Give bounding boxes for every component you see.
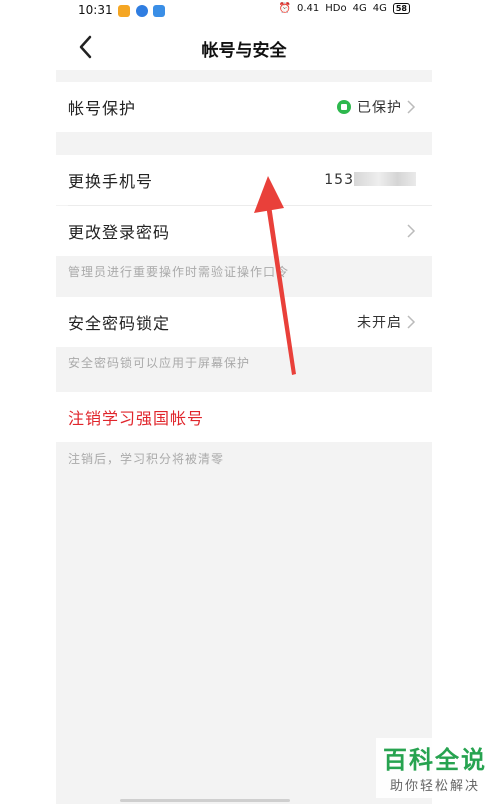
security-lock-status: 未开启 xyxy=(357,315,402,331)
deregister-row[interactable]: 注销学习强国帐号 xyxy=(56,392,432,442)
password-hint: 管理员进行重要操作时需验证操作口令 xyxy=(68,265,290,279)
deregister-label: 注销学习强国帐号 xyxy=(68,409,205,428)
weibo-icon xyxy=(118,5,130,17)
change-phone-row[interactable]: 更换手机号 153 xyxy=(56,155,432,205)
watermark-logo: 百科全说 助你轻松解决 xyxy=(376,738,494,798)
security-lock-row[interactable]: 安全密码锁定 未开启 xyxy=(56,297,432,347)
account-protection-status: 已保护 xyxy=(337,97,402,117)
chevron-right-icon xyxy=(407,315,416,329)
change-password-row[interactable]: 更改登录密码 xyxy=(56,206,432,256)
battery-icon: 58 xyxy=(392,3,410,14)
shield-icon xyxy=(337,100,351,114)
chevron-right-icon xyxy=(407,100,416,114)
change-phone-label: 更换手机号 xyxy=(68,172,154,191)
page-title: 帐号与安全 xyxy=(201,41,287,61)
change-password-label: 更改登录密码 xyxy=(68,223,171,242)
status-bar: 10:31 ⏰ 0.41 HDo 4G 4G 58 xyxy=(56,0,432,24)
watermark-subtitle: 助你轻松解决 xyxy=(389,779,480,794)
signal-icon-2: 4G xyxy=(372,3,387,14)
phone-screen: 10:31 ⏰ 0.41 HDo 4G 4G 58 帐号与安全 帐号保护 已保护… xyxy=(56,0,432,804)
protected-text: 已保护 xyxy=(357,100,402,116)
security-lock-label: 安全密码锁定 xyxy=(68,314,171,333)
hd-indicator: HDo xyxy=(325,3,347,14)
phone-prefix: 153 xyxy=(324,172,354,188)
phone-number: 153 xyxy=(324,172,416,188)
home-indicator xyxy=(120,799,290,802)
masked-phone-digits xyxy=(354,172,416,186)
status-time: 10:31 xyxy=(78,3,113,17)
signal-icon-1: 4G xyxy=(352,3,367,14)
browser-icon xyxy=(136,5,148,17)
watermark-title: 百科全说 xyxy=(383,746,487,774)
account-protection-label: 帐号保护 xyxy=(68,99,137,118)
network-speed: 0.41 xyxy=(297,3,320,14)
alarm-icon: ⏰ xyxy=(278,3,291,14)
security-hint: 安全密码锁可以应用于屏幕保护 xyxy=(68,356,251,370)
account-protection-row[interactable]: 帐号保护 已保护 xyxy=(56,82,432,132)
calendar-icon xyxy=(153,5,165,17)
status-indicators: ⏰ 0.41 HDo 4G 4G 58 xyxy=(279,3,410,14)
nav-bar: 帐号与安全 xyxy=(56,24,432,70)
deregister-hint: 注销后，学习积分将被清零 xyxy=(68,452,225,466)
chevron-right-icon xyxy=(407,224,416,238)
